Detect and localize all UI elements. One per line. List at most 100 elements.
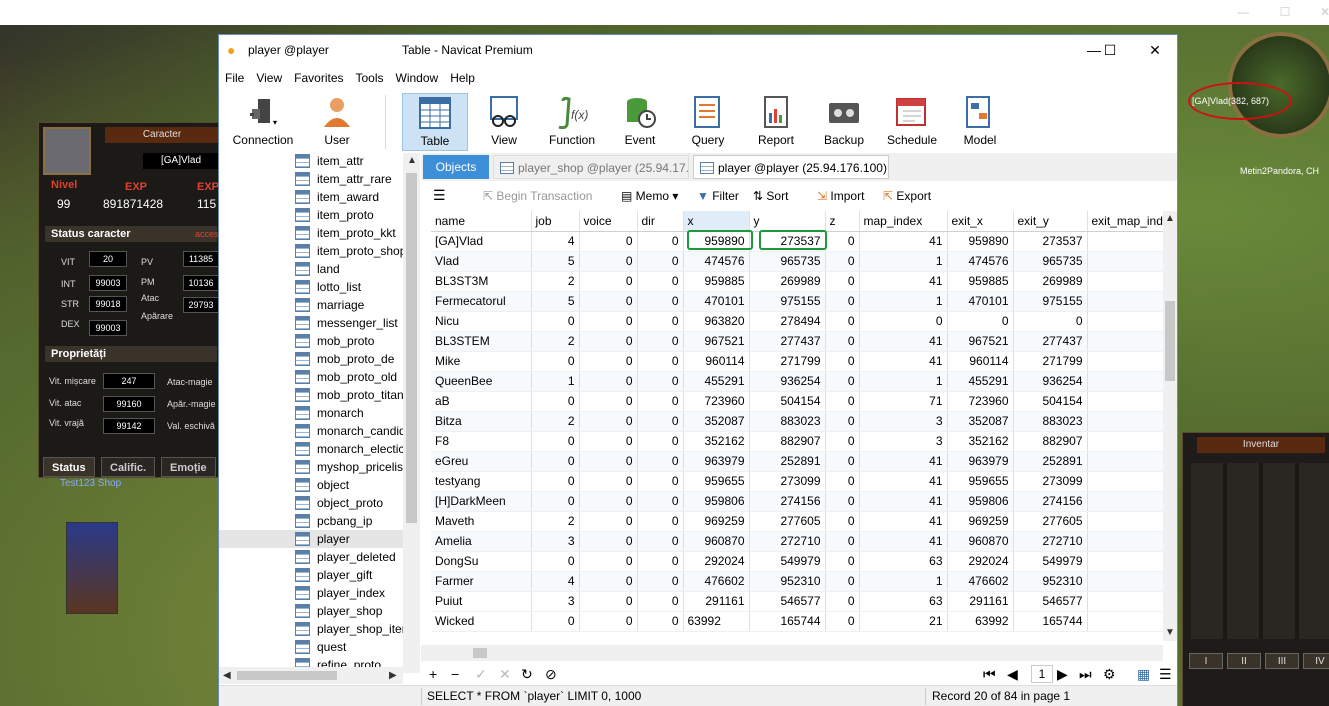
cell-voice[interactable]: 0 <box>579 531 638 552</box>
cell-map_index[interactable]: 41 <box>859 351 948 372</box>
cell-exit_y[interactable]: 277605 <box>1013 511 1088 532</box>
table-row[interactable]: QueenBee 1 0 0 455291 936254 0 1 455291 936254 <box>431 371 1168 392</box>
table-row[interactable]: Puiut 3 0 0 291161 546577 0 63 291161 546577 <box>431 591 1168 612</box>
tree-vertical-scrollbar[interactable]: ▲ <box>403 153 420 673</box>
toolbar-view-button[interactable]: View <box>474 93 534 151</box>
column-header-exit_x[interactable]: exit_x <box>947 211 1014 232</box>
grid-scroll-thumb[interactable] <box>1165 301 1175 381</box>
column-header-job[interactable]: job <box>531 211 580 232</box>
cell-exit_map_ind[interactable] <box>1087 511 1168 532</box>
cell-y[interactable]: 546577 <box>749 591 826 612</box>
cell-dir[interactable]: 0 <box>637 511 684 532</box>
cell-x[interactable]: 960870 <box>683 531 750 552</box>
tree-item-item_attr[interactable]: item_attr <box>219 153 405 170</box>
cell-exit_y[interactable]: 965735 <box>1013 251 1088 272</box>
tab-calific[interactable]: Calific. <box>101 457 156 477</box>
cell-exit_x[interactable]: 292024 <box>947 551 1014 572</box>
cell-voice[interactable]: 0 <box>579 291 638 312</box>
tree-item-monarch_candid[interactable]: monarch_candid <box>219 422 405 440</box>
cell-name[interactable]: Maveth <box>431 511 532 532</box>
tree-item-mob_proto[interactable]: mob_proto <box>219 332 405 350</box>
table-row[interactable]: Farmer 4 0 0 476602 952310 0 1 476602 952310 <box>431 571 1168 592</box>
cell-name[interactable]: testyang <box>431 471 532 492</box>
cell-exit_y[interactable]: 504154 <box>1013 391 1088 412</box>
cell-exit_y[interactable]: 252891 <box>1013 451 1088 472</box>
cell-y[interactable]: 882907 <box>749 431 826 452</box>
cell-z[interactable]: 0 <box>825 271 860 292</box>
cell-exit_x[interactable]: 470101 <box>947 291 1014 312</box>
cell-y[interactable]: 504154 <box>749 391 826 412</box>
tree-item-player_gift[interactable]: player_gift <box>219 566 405 584</box>
table-row[interactable]: [H]DarkMeen 0 0 0 959806 274156 0 41 959806 27415… <box>431 491 1168 512</box>
cell-y[interactable]: 252891 <box>749 451 826 472</box>
cell-exit_x[interactable]: 291161 <box>947 591 1014 612</box>
cell-voice[interactable]: 0 <box>579 431 638 452</box>
cell-exit_y[interactable]: 274156 <box>1013 491 1088 512</box>
column-header-voice[interactable]: voice <box>579 211 638 232</box>
cell-exit_map_ind[interactable] <box>1087 451 1168 472</box>
last-page-icon[interactable]: ⏭ <box>1079 666 1092 682</box>
cell-exit_y[interactable]: 882907 <box>1013 431 1088 452</box>
cell-z[interactable]: 0 <box>825 511 860 532</box>
column-header-map_index[interactable]: map_index <box>859 211 948 232</box>
close-button[interactable]: ✕ <box>1140 39 1170 61</box>
cell-job[interactable]: 5 <box>531 291 580 312</box>
cell-job[interactable]: 0 <box>531 311 580 332</box>
table-row[interactable]: BL3ST3M 2 0 0 959885 269989 0 41 959885 269989 <box>431 271 1168 292</box>
cell-name[interactable]: [H]DarkMeen <box>431 491 532 512</box>
cell-name[interactable]: Puiut <box>431 591 532 612</box>
cell-exit_map_ind[interactable] <box>1087 491 1168 512</box>
tree-item-player_shop_iter[interactable]: player_shop_iter <box>219 620 405 638</box>
cell-exit_x[interactable]: 960114 <box>947 351 1014 372</box>
previous-page-icon[interactable]: ◀ <box>1007 666 1018 682</box>
cell-map_index[interactable]: 41 <box>859 511 948 532</box>
cell-voice[interactable]: 0 <box>579 511 638 532</box>
toolbar-schedule-button[interactable]: Schedule <box>883 93 941 151</box>
page-number-input[interactable]: 1 <box>1031 665 1053 683</box>
cell-exit_x[interactable]: 967521 <box>947 331 1014 352</box>
cell-dir[interactable]: 0 <box>637 371 684 392</box>
scroll-up-icon[interactable]: ▲ <box>1165 213 1175 224</box>
cell-exit_y[interactable]: 271799 <box>1013 351 1088 372</box>
tree-item-item_proto_shop[interactable]: item_proto_shop <box>219 242 405 260</box>
equipment-grid[interactable] <box>1191 463 1329 639</box>
cell-map_index[interactable]: 63 <box>859 591 948 612</box>
tree-item-player_index[interactable]: player_index <box>219 584 405 602</box>
cell-voice[interactable]: 0 <box>579 591 638 612</box>
column-header-exit_y[interactable]: exit_y <box>1013 211 1088 232</box>
cell-job[interactable]: 2 <box>531 331 580 352</box>
cell-y[interactable]: 272710 <box>749 531 826 552</box>
cell-x[interactable]: 455291 <box>683 371 750 392</box>
cell-y[interactable]: 936254 <box>749 371 826 392</box>
cell-z[interactable]: 0 <box>825 431 860 452</box>
status-access-link[interactable]: acces <box>195 226 219 242</box>
tree-item-lotto_list[interactable]: lotto_list <box>219 278 405 296</box>
cell-exit_y[interactable]: 269989 <box>1013 271 1088 292</box>
tree-item-messenger_list[interactable]: messenger_list <box>219 314 405 332</box>
toolbar-table-button[interactable]: Table <box>402 93 468 151</box>
cell-voice[interactable]: 0 <box>579 491 638 512</box>
apply-icon[interactable]: ✓ <box>475 666 487 682</box>
cell-z[interactable]: 0 <box>825 411 860 432</box>
cell-exit_map_ind[interactable] <box>1087 411 1168 432</box>
cell-voice[interactable]: 0 <box>579 371 638 392</box>
tree-item-item_attr_rare[interactable]: item_attr_rare <box>219 170 405 188</box>
tree-item-quest[interactable]: quest <box>219 638 405 656</box>
tree-item-myshop_pricelis[interactable]: myshop_pricelis <box>219 458 405 476</box>
cell-z[interactable]: 0 <box>825 531 860 552</box>
cell-job[interactable]: 5 <box>531 251 580 272</box>
cell-dir[interactable]: 0 <box>637 491 684 512</box>
cell-name[interactable]: aB <box>431 391 532 412</box>
cell-exit_x[interactable]: 960870 <box>947 531 1014 552</box>
cell-map_index[interactable]: 41 <box>859 471 948 492</box>
cell-voice[interactable]: 0 <box>579 611 638 632</box>
os-close-icon[interactable]: ✕ <box>1318 5 1329 19</box>
toolbar-event-button[interactable]: Event <box>611 93 669 151</box>
tab-status[interactable]: Status <box>43 457 95 477</box>
cell-z[interactable]: 0 <box>825 551 860 572</box>
cell-z[interactable]: 0 <box>825 231 860 252</box>
inventory-tab-3[interactable]: III <box>1265 653 1299 669</box>
cell-map_index[interactable]: 3 <box>859 431 948 452</box>
cell-job[interactable]: 0 <box>531 491 580 512</box>
table-row[interactable]: Vlad 5 0 0 474576 965735 0 1 474576 965735 <box>431 251 1168 272</box>
